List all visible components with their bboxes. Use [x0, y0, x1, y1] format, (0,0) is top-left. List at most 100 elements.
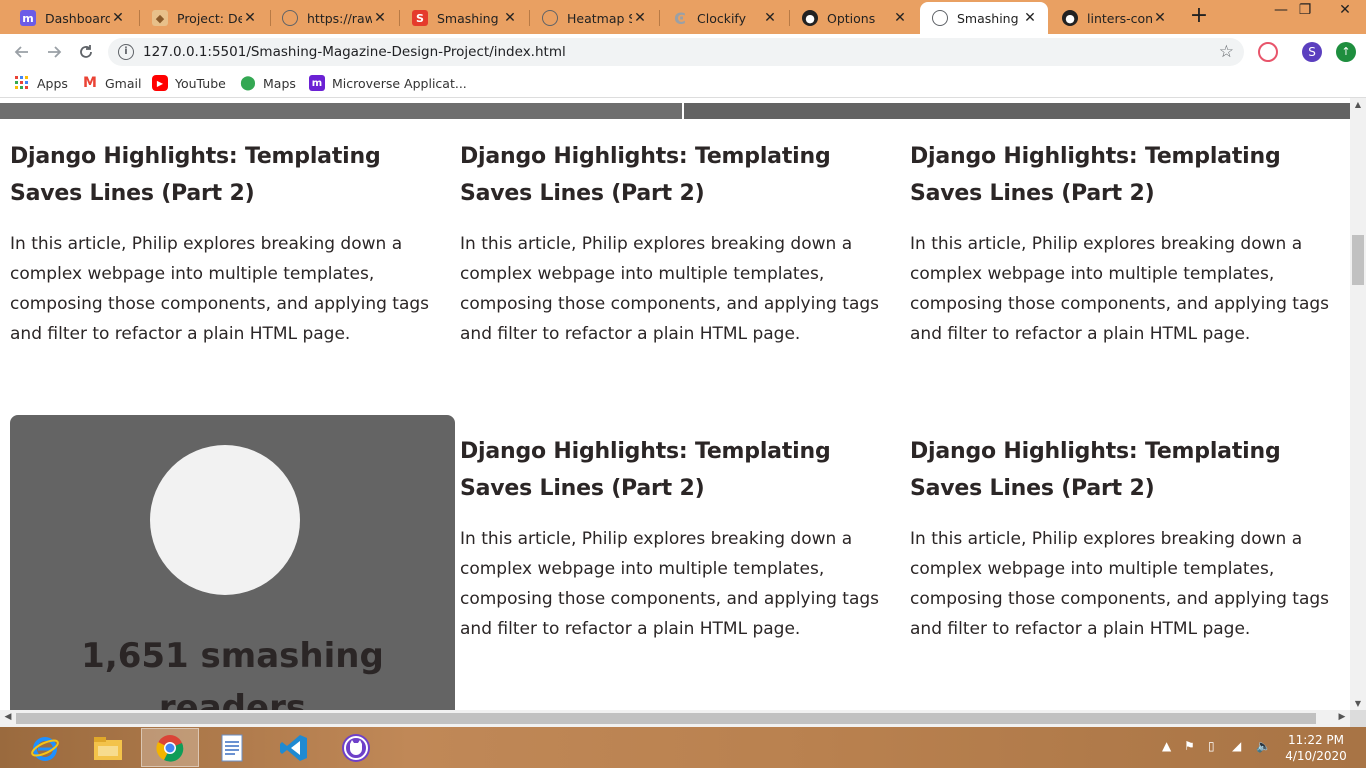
readers-count: 1,651 smashing readers [81, 636, 384, 710]
profile-avatar[interactable]: S [1302, 42, 1322, 62]
clock-date: 4/10/2020 [1285, 749, 1347, 763]
close-icon[interactable]: ✕ [502, 10, 518, 26]
bookmark-youtube[interactable]: ▶ YouTube [152, 75, 226, 91]
tab-title: Smashing M [437, 10, 502, 26]
reload-button[interactable] [74, 40, 98, 64]
article-title[interactable]: Django Highlights: Templating Saves Line… [10, 138, 430, 212]
article-title[interactable]: Django Highlights: Templating Saves Line… [910, 138, 1330, 212]
tab-smashing-active[interactable]: Smashing M ✕ [920, 2, 1048, 34]
bookmark-star-icon[interactable]: ☆ [1219, 42, 1234, 62]
internet-explorer-icon[interactable] [16, 728, 74, 767]
article-title[interactable]: Django Highlights: Templating Saves Line… [460, 433, 880, 507]
tab-dashboard[interactable]: m Dashboard ✕ [8, 2, 136, 34]
close-icon[interactable]: ✕ [632, 10, 648, 26]
tab-title: Project: Desi [177, 10, 242, 26]
update-icon[interactable]: ↑ [1336, 42, 1356, 62]
article-summary: In this article, Philip explores breakin… [910, 234, 1330, 344]
scroll-right-arrow-icon[interactable]: ▶ [1334, 712, 1350, 722]
close-icon[interactable]: ✕ [372, 10, 388, 26]
tab-clockify[interactable]: Ͼ Clockify ✕ [660, 2, 788, 34]
article-title[interactable]: Django Highlights: Templating Saves Line… [910, 433, 1330, 507]
bookmark-maps[interactable]: ⬤ Maps [240, 75, 296, 91]
monday-logo-icon: m [20, 10, 36, 26]
article-title[interactable]: Django Highlights: Templating Saves Line… [460, 138, 880, 212]
header-image-strip [684, 103, 1350, 119]
close-icon[interactable]: ✕ [1022, 10, 1038, 26]
github-icon: ● [1062, 10, 1078, 26]
article-card: Django Highlights: Templating Saves Line… [460, 433, 880, 644]
maximize-button[interactable]: ❐ [1286, 0, 1324, 22]
globe-icon [282, 10, 298, 26]
horizontal-scrollbar[interactable]: ◀ ▶ [0, 710, 1350, 727]
show-hidden-icons-icon[interactable]: ▲ [1162, 739, 1171, 753]
close-icon[interactable]: ✕ [762, 10, 778, 26]
close-icon[interactable]: ✕ [242, 10, 258, 26]
url-text[interactable]: 127.0.0.1:5501/Smashing-Magazine-Design-… [143, 44, 566, 60]
vertical-scroll-thumb[interactable] [1352, 235, 1364, 285]
tab-raw-github[interactable]: https://raw.g ✕ [270, 2, 398, 34]
tab-smashing[interactable]: S Smashing M ✕ [400, 2, 528, 34]
chrome-icon[interactable] [141, 728, 199, 767]
scroll-left-arrow-icon[interactable]: ◀ [0, 712, 16, 722]
clockify-icon: Ͼ [674, 8, 686, 28]
close-window-button[interactable]: ✕ [1326, 0, 1364, 22]
forward-button[interactable] [42, 40, 66, 64]
tab-title: Smashing M [957, 10, 1022, 26]
tab-linters-config[interactable]: ● linters-confi ✕ [1050, 2, 1178, 34]
microverse-icon: m [309, 75, 325, 91]
reader-avatar-circle [150, 445, 300, 595]
battery-icon[interactable]: ▯ [1208, 739, 1215, 753]
gmail-icon: M [83, 75, 97, 91]
globe-icon [542, 10, 558, 26]
article-card: Django Highlights: Templating Saves Line… [10, 138, 430, 349]
github-icon: ● [802, 10, 818, 26]
tab-title: Options [827, 10, 876, 26]
tab-title: Clockify [697, 10, 747, 26]
tab-title: linters-confi [1087, 10, 1152, 26]
bookmarks-bar: Apps M Gmail ▶ YouTube ⬤ Maps m Microver… [0, 70, 1366, 98]
smashing-logo-icon: S [412, 10, 428, 26]
address-bar[interactable]: i 127.0.0.1:5501/Smashing-Magazine-Desig… [108, 38, 1244, 66]
bookmark-label: Apps [37, 75, 68, 91]
close-icon[interactable]: ✕ [892, 10, 908, 26]
system-clock[interactable]: 11:22 PM 4/10/2020 [1280, 732, 1352, 764]
apps-grid-icon [14, 75, 30, 91]
scrollbar-corner [1350, 710, 1366, 727]
new-tab-button[interactable]: + [1188, 5, 1210, 28]
extension-icon[interactable] [1258, 42, 1278, 62]
info-icon[interactable]: i [118, 44, 134, 60]
scroll-up-arrow-icon[interactable]: ▲ [1350, 100, 1366, 109]
tab-options[interactable]: ● Options ✕ [790, 2, 918, 34]
article-card: Django Highlights: Templating Saves Line… [460, 138, 880, 349]
close-icon[interactable]: ✕ [110, 10, 126, 26]
tab-project[interactable]: ◆ Project: Desi ✕ [140, 2, 268, 34]
bookmark-label: YouTube [175, 75, 226, 91]
bookmark-microverse[interactable]: m Microverse Applicat... [309, 75, 467, 91]
browser-toolbar: i 127.0.0.1:5501/Smashing-Magazine-Desig… [0, 34, 1366, 70]
tab-strip: m Dashboard ✕ ◆ Project: Desi ✕ https://… [0, 0, 1366, 34]
tab-heatmap[interactable]: Heatmap Sm ✕ [530, 2, 658, 34]
file-explorer-icon[interactable] [79, 728, 137, 767]
bookmark-gmail[interactable]: M Gmail [82, 75, 141, 91]
volume-icon[interactable]: 🔈 [1256, 739, 1271, 753]
wordpad-icon[interactable] [203, 728, 261, 767]
maps-icon: ⬤ [240, 75, 256, 91]
tab-title: Dashboard [45, 10, 110, 26]
vscode-icon[interactable] [265, 728, 323, 767]
close-icon[interactable]: ✕ [1152, 10, 1168, 26]
bookmark-apps[interactable]: Apps [14, 75, 68, 91]
article-summary: In this article, Philip explores breakin… [910, 529, 1330, 639]
network-signal-icon[interactable]: ◢ [1232, 739, 1241, 753]
vertical-scrollbar[interactable]: ▲ ▼ [1350, 98, 1366, 710]
bookmark-label: Microverse Applicat... [332, 75, 467, 91]
globe-icon [932, 10, 948, 26]
horizontal-scroll-thumb[interactable] [16, 713, 1316, 724]
tab-title: Heatmap Sm [567, 10, 632, 26]
header-image-strip [0, 103, 682, 119]
github-desktop-icon[interactable] [327, 728, 385, 767]
windows-taskbar: ▲ ⚑ ▯ ◢ 🔈 11:22 PM 4/10/2020 [0, 727, 1366, 768]
action-center-flag-icon[interactable]: ⚑ [1184, 739, 1195, 753]
back-button[interactable] [10, 40, 34, 64]
tab-title: https://raw.g [307, 10, 372, 26]
scroll-down-arrow-icon[interactable]: ▼ [1350, 699, 1366, 708]
